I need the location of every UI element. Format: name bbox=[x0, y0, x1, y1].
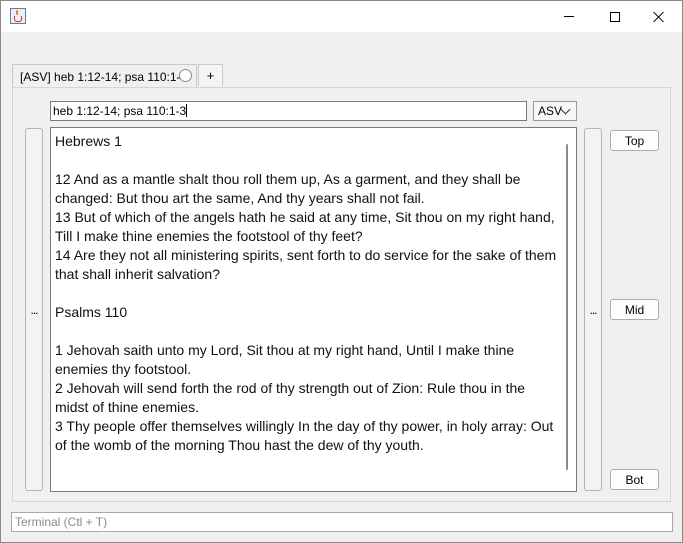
vertical-scrollbar[interactable] bbox=[559, 128, 576, 491]
terminal-input[interactable]: Terminal (Ctl + T) bbox=[11, 512, 673, 532]
text-line: 1 Jehovah saith unto my Lord, Sit thou a… bbox=[55, 342, 515, 377]
text-line: 3 Thy people offer themselves willingly … bbox=[55, 418, 554, 453]
scripture-text-area[interactable]: Hebrews 1 12 And as a mantle shalt thou r… bbox=[50, 127, 577, 492]
bot-button[interactable]: Bot bbox=[610, 469, 659, 490]
close-icon bbox=[653, 11, 665, 23]
java-cup-icon bbox=[10, 8, 26, 24]
text-caret bbox=[186, 104, 188, 117]
close-button[interactable] bbox=[636, 1, 682, 32]
scripture-text: Hebrews 1 12 And as a mantle shalt thou r… bbox=[55, 132, 560, 455]
scrollbar-thumb[interactable] bbox=[566, 144, 568, 470]
passage-search-input[interactable]: heb 1:12-14; psa 110:1-3 bbox=[50, 101, 527, 121]
text-line: Psalms 110 bbox=[55, 304, 128, 320]
text-line: 2 Jehovah will send forth the rod of thy… bbox=[55, 380, 526, 415]
tab-passage[interactable]: [ASV] heb 1:12-14; psa 110:1-3 bbox=[12, 64, 197, 88]
terminal-placeholder: Terminal (Ctl + T) bbox=[15, 515, 108, 529]
add-tab-button[interactable]: + bbox=[198, 64, 223, 86]
text-line: Hebrews 1 bbox=[55, 133, 122, 149]
version-select[interactable]: ASV bbox=[533, 101, 577, 121]
version-select-value: ASV bbox=[538, 104, 563, 118]
title-bar[interactable] bbox=[1, 1, 682, 32]
top-button[interactable]: Top bbox=[610, 130, 659, 151]
mid-button[interactable]: Mid bbox=[610, 299, 659, 320]
maximize-icon bbox=[610, 11, 620, 22]
text-line bbox=[55, 322, 560, 341]
maximize-button[interactable] bbox=[592, 1, 638, 32]
minimize-icon bbox=[564, 16, 574, 17]
tab-close-button[interactable] bbox=[179, 69, 192, 82]
app-window: [ASV] heb 1:12-14; psa 110:1-3 + heb 1:1… bbox=[0, 0, 683, 543]
text-line: 14 Are they not all ministering spirits,… bbox=[55, 247, 557, 282]
text-line bbox=[55, 151, 560, 170]
text-line: 13 But of which of the angels hath he sa… bbox=[55, 209, 555, 244]
previous-button[interactable]: ... bbox=[25, 128, 43, 491]
text-line bbox=[55, 284, 560, 303]
tab-label: [ASV] heb 1:12-14; psa 110:1-3 bbox=[20, 69, 188, 84]
chevron-down-icon bbox=[560, 104, 571, 115]
search-input-value: heb 1:12-14; psa 110:1-3 bbox=[53, 104, 187, 118]
next-button[interactable]: ... bbox=[584, 128, 602, 491]
text-line: 12 And as a mantle shalt thou roll them … bbox=[55, 171, 521, 206]
minimize-button[interactable] bbox=[546, 1, 592, 32]
